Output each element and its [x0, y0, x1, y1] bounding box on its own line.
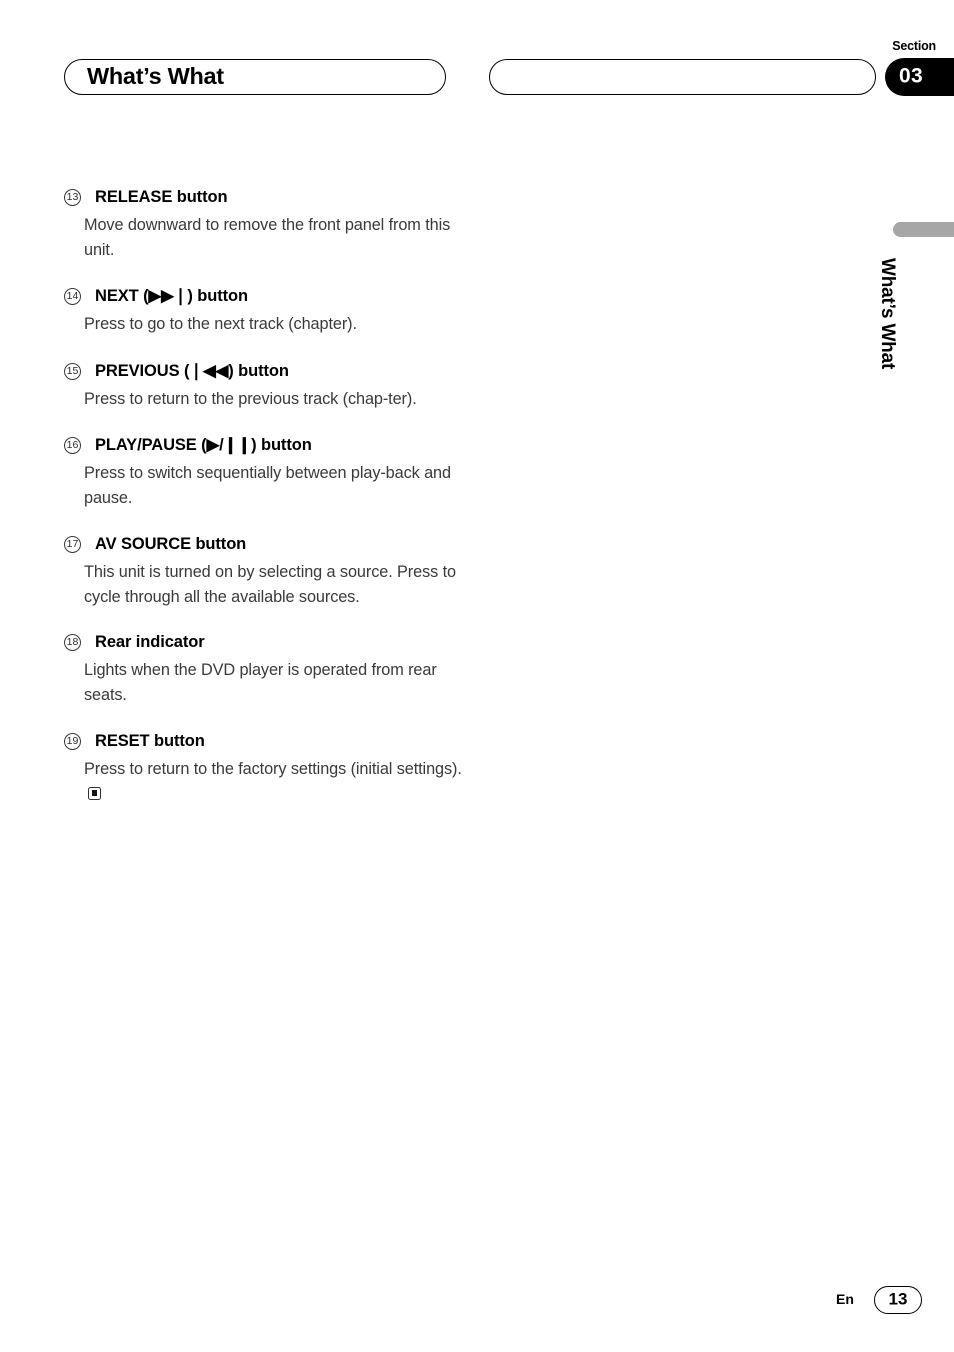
- entry-heading-row: 19 RESET button: [64, 730, 464, 756]
- section-number: 03: [899, 64, 923, 88]
- end-of-section-icon: [88, 786, 101, 800]
- side-tab-label: What’s What: [877, 258, 898, 370]
- item-body-15: Press to return to the previous track (c…: [84, 389, 417, 408]
- item-heading-14: NEXT (▶▶❘) button: [95, 287, 248, 305]
- item-body-19: Press to return to the factory settings …: [84, 760, 462, 778]
- item-heading-15: PREVIOUS (❘◀◀) button: [95, 361, 289, 380]
- page-number-badge: 13: [874, 1286, 922, 1314]
- content-list: 13 RELEASE button Move downward to remov…: [64, 186, 464, 830]
- list-item: 16 PLAY/PAUSE (▶/❙❙) button Press to swi…: [64, 434, 464, 510]
- item-heading-13: RELEASE button: [95, 188, 228, 206]
- side-tab-bar: [893, 222, 954, 237]
- item-body-18: Lights when the DVD player is operated f…: [84, 661, 437, 704]
- item-number-15: 15: [64, 362, 81, 380]
- list-item: 18 Rear indicator Lights when the DVD pl…: [64, 631, 464, 707]
- item-body-16: Press to switch sequentially between pla…: [84, 464, 451, 507]
- language-code: En: [836, 1291, 854, 1307]
- item-body-13: Move downward to remove the front panel …: [84, 216, 451, 259]
- entry-heading-row: 15 PREVIOUS (❘◀◀) button: [64, 360, 464, 386]
- page-footer: [0, 1262, 954, 1352]
- item-heading-18: Rear indicator: [95, 633, 205, 651]
- page-title: What’s What: [87, 62, 224, 89]
- entry-heading-row: 13 RELEASE button: [64, 186, 464, 212]
- item-heading-17: AV SOURCE button: [95, 535, 247, 553]
- item-number-17: 17: [64, 536, 81, 553]
- item-body-14: Press to go to the next track (chapter).: [84, 315, 357, 333]
- entry-heading-row: 18 Rear indicator: [64, 631, 464, 657]
- list-item: 15 PREVIOUS (❘◀◀) button Press to return…: [64, 360, 464, 412]
- chapter-title-box: What’s What: [64, 59, 446, 95]
- page-header: What’s What Section 03: [0, 0, 954, 130]
- entry-heading-row: 14 NEXT (▶▶❘) button: [64, 285, 464, 311]
- section-label: Section: [892, 39, 936, 53]
- item-number-14: 14: [64, 288, 81, 305]
- entry-heading-row: 16 PLAY/PAUSE (▶/❙❙) button: [64, 434, 464, 460]
- section-number-badge: 03: [885, 58, 954, 96]
- list-item: 13 RELEASE button Move downward to remov…: [64, 186, 464, 262]
- list-item: 17 AV SOURCE button This unit is turned …: [64, 533, 464, 609]
- entry-heading-row: 17 AV SOURCE button: [64, 533, 464, 559]
- item-body-17: This unit is turned on by selecting a so…: [84, 563, 456, 606]
- item-body-19-wrap: Press to return to the factory settings …: [84, 757, 464, 806]
- manual-page: What’s What Section 03 What’s What 13 RE…: [0, 0, 954, 1352]
- item-number-18: 18: [64, 634, 81, 651]
- list-item: 14 NEXT (▶▶❘) button Press to go to the …: [64, 285, 464, 337]
- item-number-13: 13: [64, 189, 81, 206]
- list-item: 19 RESET button Press to return to the f…: [64, 730, 464, 806]
- item-number-16: 16: [64, 437, 81, 454]
- item-heading-19: RESET button: [95, 732, 205, 750]
- item-number-19: 19: [64, 733, 81, 750]
- subtitle-box: [489, 59, 876, 95]
- page-number: 13: [888, 1289, 908, 1309]
- item-heading-16: PLAY/PAUSE (▶/❙❙) button: [95, 436, 312, 454]
